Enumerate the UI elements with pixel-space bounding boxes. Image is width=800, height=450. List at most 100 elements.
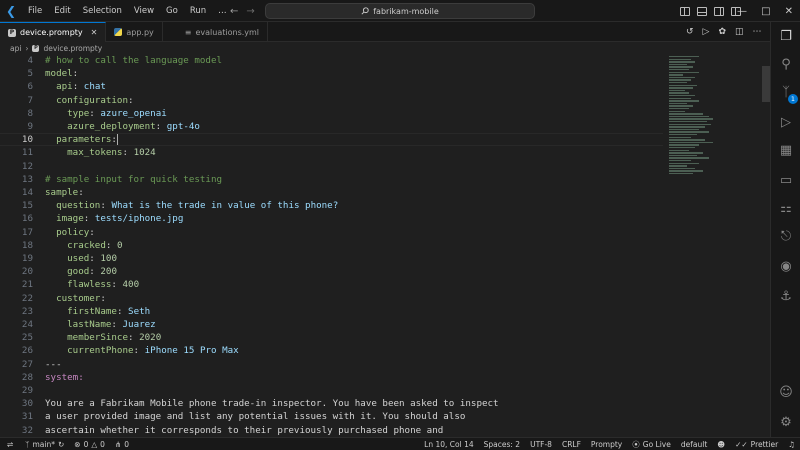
code-line[interactable]: 18 cracked: 0 [0, 239, 663, 252]
cursor-position[interactable]: Ln 10, Col 14 [419, 440, 478, 449]
code-line[interactable]: 23 firstName: Seth [0, 305, 663, 318]
tab-device-prompty[interactable]: P device.prompty ✕ [0, 22, 107, 42]
run-icon[interactable]: ▷ [703, 27, 710, 37]
code-text: sample: [45, 187, 84, 199]
command-center-search[interactable]: fabrikam-mobile [265, 3, 535, 19]
code-line[interactable]: 9 azure_deployment: gpt-4o [0, 120, 663, 133]
minimap-line [669, 100, 699, 102]
code-line[interactable]: 12 [0, 160, 663, 173]
menu-selection[interactable]: Selection [77, 0, 128, 22]
prettier-status[interactable]: ✓✓ Prettier [730, 440, 783, 449]
minimize-icon[interactable]: — [737, 6, 747, 17]
code-line[interactable]: 20 good: 200 [0, 265, 663, 278]
search-icon[interactable]: ⚲ [778, 56, 794, 72]
code-line[interactable]: 6 api: chat [0, 80, 663, 93]
account-icon[interactable]: ☺ [778, 384, 794, 400]
code-line[interactable]: 5 model: [0, 67, 663, 80]
breadcrumb-file[interactable]: device.prompty [43, 44, 102, 53]
code-line[interactable]: 29 [0, 384, 663, 397]
remote-explorer-icon[interactable]: ▭ [778, 172, 794, 188]
prompty-file-icon: P [8, 28, 16, 37]
code-line[interactable]: 21 flawless: 400 [0, 278, 663, 291]
code-line[interactable]: 4 # how to call the language model [0, 54, 663, 67]
go-live-button[interactable]: ⦿ Go Live [627, 439, 676, 450]
language-mode[interactable]: Prompty [586, 440, 627, 449]
code-line[interactable]: 14 sample: [0, 186, 663, 199]
code-text: parameters: [56, 134, 118, 146]
code-line[interactable]: 16 image: tests/iphone.jpg [0, 212, 663, 225]
remote-indicator-icon[interactable]: ⇌ [0, 440, 20, 449]
split-editor-icon[interactable]: ◫ [735, 27, 744, 37]
tab-close-icon[interactable]: ✕ [91, 28, 98, 37]
code-editor[interactable]: 4 # how to call the language model 5 model:… [0, 54, 663, 437]
github-icon[interactable]: ◉ [778, 258, 794, 274]
profile-status[interactable]: default [676, 440, 712, 449]
explorer-icon[interactable]: ❐ [778, 28, 794, 44]
forward-arrow-icon[interactable]: → [246, 6, 254, 17]
branch-icon: ᛉ [25, 439, 30, 449]
extensions-icon[interactable]: ▦ [778, 142, 794, 158]
branch-name: main* [32, 439, 56, 449]
code-line[interactable]: 24 lastName: Juarez [0, 318, 663, 331]
code-line[interactable]: 25 memberSince: 2020 [0, 331, 663, 344]
toggle-panel-icon[interactable] [697, 6, 707, 16]
code-line[interactable]: 31 a user provided image and list any pot… [0, 410, 663, 423]
maximize-icon[interactable]: □ [761, 6, 770, 17]
menu-file[interactable]: File [22, 0, 48, 22]
history-icon[interactable]: ↺ [686, 27, 694, 37]
end-of-line[interactable]: CRLF [557, 440, 586, 449]
code-line[interactable]: 32 ascertain whether it corresponds to th… [0, 424, 663, 437]
tab-evaluations-yml[interactable]: ≡ evaluations.yml [163, 22, 269, 42]
pull-requests-icon[interactable]: ⎋ [778, 228, 794, 244]
ports-status[interactable]: ⋔ 0 [110, 440, 134, 449]
settings-gear-icon[interactable]: ⚙ [778, 414, 794, 430]
more-actions-icon[interactable]: ⋯ [753, 27, 762, 37]
docker-icon[interactable]: ⚓ [778, 288, 794, 304]
ports-icon: ⋔ [114, 439, 122, 449]
run-debug-icon[interactable]: ▷ [778, 114, 794, 130]
code-line[interactable]: 17 policy: [0, 226, 663, 239]
minimap[interactable] [663, 54, 759, 437]
line-number: 12 [21, 160, 33, 172]
navigation-arrows: ← → [230, 0, 255, 22]
code-line[interactable]: 8 type: azure_openai [0, 107, 663, 120]
encoding[interactable]: UTF-8 [525, 440, 557, 449]
minimap-line [669, 84, 697, 86]
code-line[interactable]: 22 customer: [0, 292, 663, 305]
vertical-scrollbar[interactable] [762, 66, 770, 102]
breadcrumb-folder[interactable]: api [10, 44, 21, 53]
debug-run-icon[interactable]: ✿ [718, 27, 726, 37]
close-icon[interactable]: ✕ [785, 6, 793, 17]
copilot-icon[interactable]: ☻ [712, 440, 730, 449]
toggle-secondary-sidebar-icon[interactable] [714, 6, 724, 16]
notifications-bell-icon[interactable]: ♫ [783, 440, 800, 449]
code-line[interactable]: 10 parameters: [0, 133, 663, 147]
tab-app-py[interactable]: app.py [106, 22, 163, 42]
line-number: 16 [21, 213, 33, 225]
problems-status[interactable]: ⊗ 0 △ 0 [69, 440, 110, 449]
code-line[interactable]: 15 question: What is the trade in value … [0, 199, 663, 212]
code-line[interactable]: 28 system: [0, 371, 663, 384]
indentation[interactable]: Spaces: 2 [479, 440, 525, 449]
code-line[interactable]: 30 You are a Fabrikam Mobile phone trade-… [0, 397, 663, 410]
minimap-line [669, 165, 687, 167]
testing-icon[interactable]: ⚏ [778, 200, 794, 216]
code-line[interactable]: 27 --- [0, 358, 663, 371]
check-double-icon: ✓✓ [735, 439, 748, 449]
branch-status[interactable]: ᛉ main* ↻ [20, 440, 69, 449]
menu-run[interactable]: Run [184, 0, 212, 22]
menu-view[interactable]: View [128, 0, 160, 22]
back-arrow-icon[interactable]: ← [230, 6, 238, 17]
menu-edit[interactable]: Edit [48, 0, 76, 22]
code-line[interactable]: 19 used: 100 [0, 252, 663, 265]
minimap-line [669, 95, 695, 97]
menu-go[interactable]: Go [160, 0, 184, 22]
toggle-primary-sidebar-icon[interactable] [680, 6, 690, 16]
code-line[interactable]: 26 currentPhone: iPhone 15 Pro Max [0, 344, 663, 357]
code-line[interactable]: 11 max_tokens: 1024 [0, 146, 663, 159]
code-text: firstName: Seth [67, 305, 151, 317]
code-line[interactable]: 13 # sample input for quick testing [0, 173, 663, 186]
line-number: 25 [21, 332, 33, 344]
minimap-line [669, 110, 685, 112]
code-line[interactable]: 7 configuration: [0, 94, 663, 107]
